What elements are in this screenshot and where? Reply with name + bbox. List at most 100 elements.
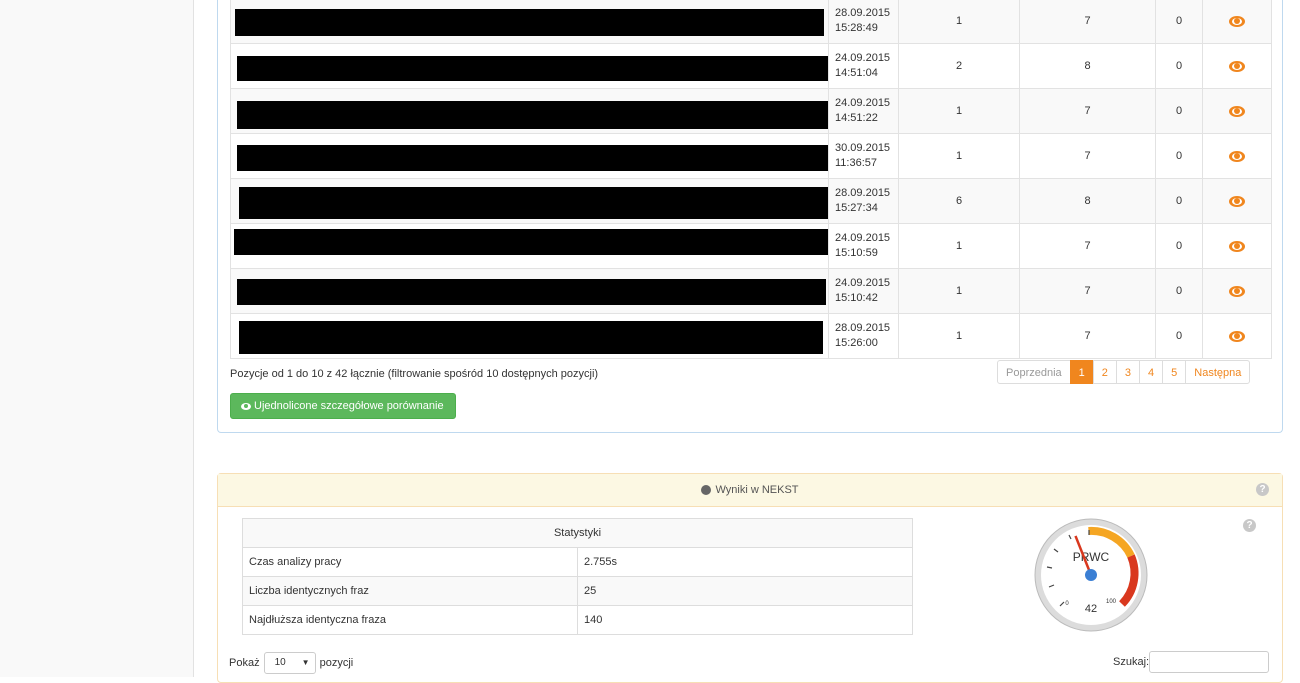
redacted-cell	[230, 223, 829, 269]
redaction-block	[237, 56, 828, 81]
count-cell: 2	[898, 43, 1020, 89]
count-cell: 0	[1155, 88, 1203, 134]
count-cell: 1	[898, 268, 1020, 314]
caret-down-icon: ▼	[301, 658, 310, 667]
page-length-select[interactable]: 10 ▼	[263, 652, 316, 674]
results-table: 28.09.2015 15:28:49 1 7 0 24.09.2015 14:51:04 2…	[230, 0, 1272, 359]
stat-label: Czas analizy pracy	[242, 547, 578, 577]
redacted-cell	[230, 178, 829, 224]
count-cell: 1	[898, 223, 1020, 269]
table-row: 28.09.2015 15:27:34 6 8 0	[230, 178, 1272, 224]
gauge-value: 42	[1085, 603, 1097, 615]
nekst-heading: Wyniki w NEKST	[715, 484, 799, 496]
stat-label: Najdłuższa identyczna fraza	[242, 605, 578, 635]
date-cell: 24.09.2015 14:51:04	[828, 43, 899, 89]
view-cell[interactable]	[1202, 268, 1272, 314]
count-cell: 7	[1019, 223, 1156, 269]
stat-value: 25	[576, 576, 914, 606]
time-value: 15:10:42	[835, 292, 878, 304]
date-value: 28.09.2015	[835, 187, 891, 199]
count-cell: 7	[1019, 0, 1156, 44]
show-suffix: pozycji	[319, 657, 354, 669]
count-cell: 1	[898, 133, 1020, 179]
view-cell[interactable]	[1202, 223, 1272, 269]
prev-page-button[interactable]: Poprzednia	[997, 360, 1071, 384]
table-row: 30.09.2015 11:36:57 1 7 0	[230, 133, 1272, 179]
page-1-button[interactable]: 1	[1069, 360, 1094, 384]
table-row: 24.09.2015 15:10:59 1 7 0	[230, 223, 1272, 269]
view-cell[interactable]	[1202, 313, 1272, 359]
gauge-max: 100	[1106, 599, 1117, 605]
eye-icon[interactable]	[1229, 285, 1245, 297]
view-cell[interactable]	[1202, 178, 1272, 224]
count-cell: 8	[1019, 43, 1156, 89]
date-value: 24.09.2015	[835, 52, 891, 64]
pagination: Poprzednia 1 2 3 4 5 Następna	[997, 360, 1251, 384]
count-cell: 0	[1155, 0, 1203, 44]
count-cell: 0	[1155, 223, 1203, 269]
time-value: 15:27:34	[835, 202, 878, 214]
redaction-block	[237, 101, 828, 129]
redacted-cell	[230, 43, 829, 89]
page-2-button[interactable]: 2	[1092, 360, 1117, 384]
page-length-control: Pokaż 10 ▼ pozycji	[229, 652, 353, 674]
stat-value: 140	[576, 605, 914, 635]
stat-label: Liczba identycznych fraz	[242, 576, 578, 606]
search-control: Szukaj:	[1113, 651, 1270, 673]
time-value: 15:28:49	[835, 22, 878, 34]
page-length-value: 10	[274, 657, 286, 668]
time-value: 15:10:59	[835, 247, 878, 259]
compare-button[interactable]: Ujednolicone szczegółowe porównanie	[230, 393, 456, 419]
next-page-button[interactable]: Następna	[1185, 360, 1251, 384]
search-input[interactable]	[1149, 651, 1270, 673]
count-cell: 0	[1155, 268, 1203, 314]
date-cell: 24.09.2015 15:10:42	[828, 268, 899, 314]
redaction-block	[237, 145, 828, 171]
view-cell[interactable]	[1202, 43, 1272, 89]
results-panel: 28.09.2015 15:28:49 1 7 0 24.09.2015 14:51:04 2…	[217, 0, 1283, 433]
date-cell: 28.09.2015 15:26:00	[828, 313, 899, 359]
count-cell: 1	[898, 0, 1020, 44]
count-cell: 0	[1155, 178, 1203, 224]
redaction-block	[234, 229, 828, 255]
redacted-cell	[230, 133, 829, 179]
redacted-cell	[230, 313, 829, 359]
stats-table: Statystyki Czas analizy pracy 2.755s Lic…	[241, 518, 914, 635]
view-cell[interactable]	[1202, 0, 1272, 44]
gauge-help-icon[interactable]: ?	[1243, 519, 1256, 532]
page-5-button[interactable]: 5	[1162, 360, 1187, 384]
redaction-block	[239, 187, 828, 219]
page-3-button[interactable]: 3	[1115, 360, 1141, 384]
eye-icon[interactable]	[1229, 330, 1245, 342]
date-value: 24.09.2015	[835, 277, 891, 289]
date-cell: 28.09.2015 15:27:34	[828, 178, 899, 224]
table-row: 24.09.2015 15:10:42 1 7 0	[230, 268, 1272, 314]
count-cell: 7	[1019, 313, 1156, 359]
eye-icon[interactable]	[1229, 195, 1245, 207]
page-4-button[interactable]: 4	[1139, 360, 1164, 384]
count-cell: 8	[1019, 178, 1156, 224]
stat-value: 2.755s	[576, 547, 914, 577]
gauge-hub	[1085, 569, 1097, 581]
date-cell: 24.09.2015 15:10:59	[828, 223, 899, 269]
help-icon[interactable]: ?	[1256, 483, 1269, 496]
view-cell[interactable]	[1202, 133, 1272, 179]
date-cell: 28.09.2015 15:28:49	[828, 0, 899, 44]
count-cell: 1	[898, 88, 1020, 134]
view-cell[interactable]	[1202, 88, 1272, 134]
gauge-label: PRWC	[1073, 550, 1110, 564]
date-value: 24.09.2015	[835, 232, 891, 244]
count-cell: 7	[1019, 88, 1156, 134]
eye-icon[interactable]	[1229, 105, 1245, 117]
pagination-info: Pozycje od 1 do 10 z 42 łącznie (filtrow…	[230, 368, 599, 380]
date-cell: 24.09.2015 14:51:22	[828, 88, 899, 134]
eye-icon[interactable]	[1229, 15, 1245, 27]
time-value: 14:51:04	[835, 67, 878, 79]
nekst-panel-heading: Wyniki w NEKST ?	[218, 474, 1282, 507]
prwc-gauge: PRWC 0 100 42	[1034, 518, 1148, 632]
eye-icon[interactable]	[1229, 150, 1245, 162]
eye-icon[interactable]	[1229, 240, 1245, 252]
date-cell: 30.09.2015 11:36:57	[828, 133, 899, 179]
date-value: 28.09.2015	[835, 7, 891, 19]
eye-icon[interactable]	[1229, 60, 1245, 72]
